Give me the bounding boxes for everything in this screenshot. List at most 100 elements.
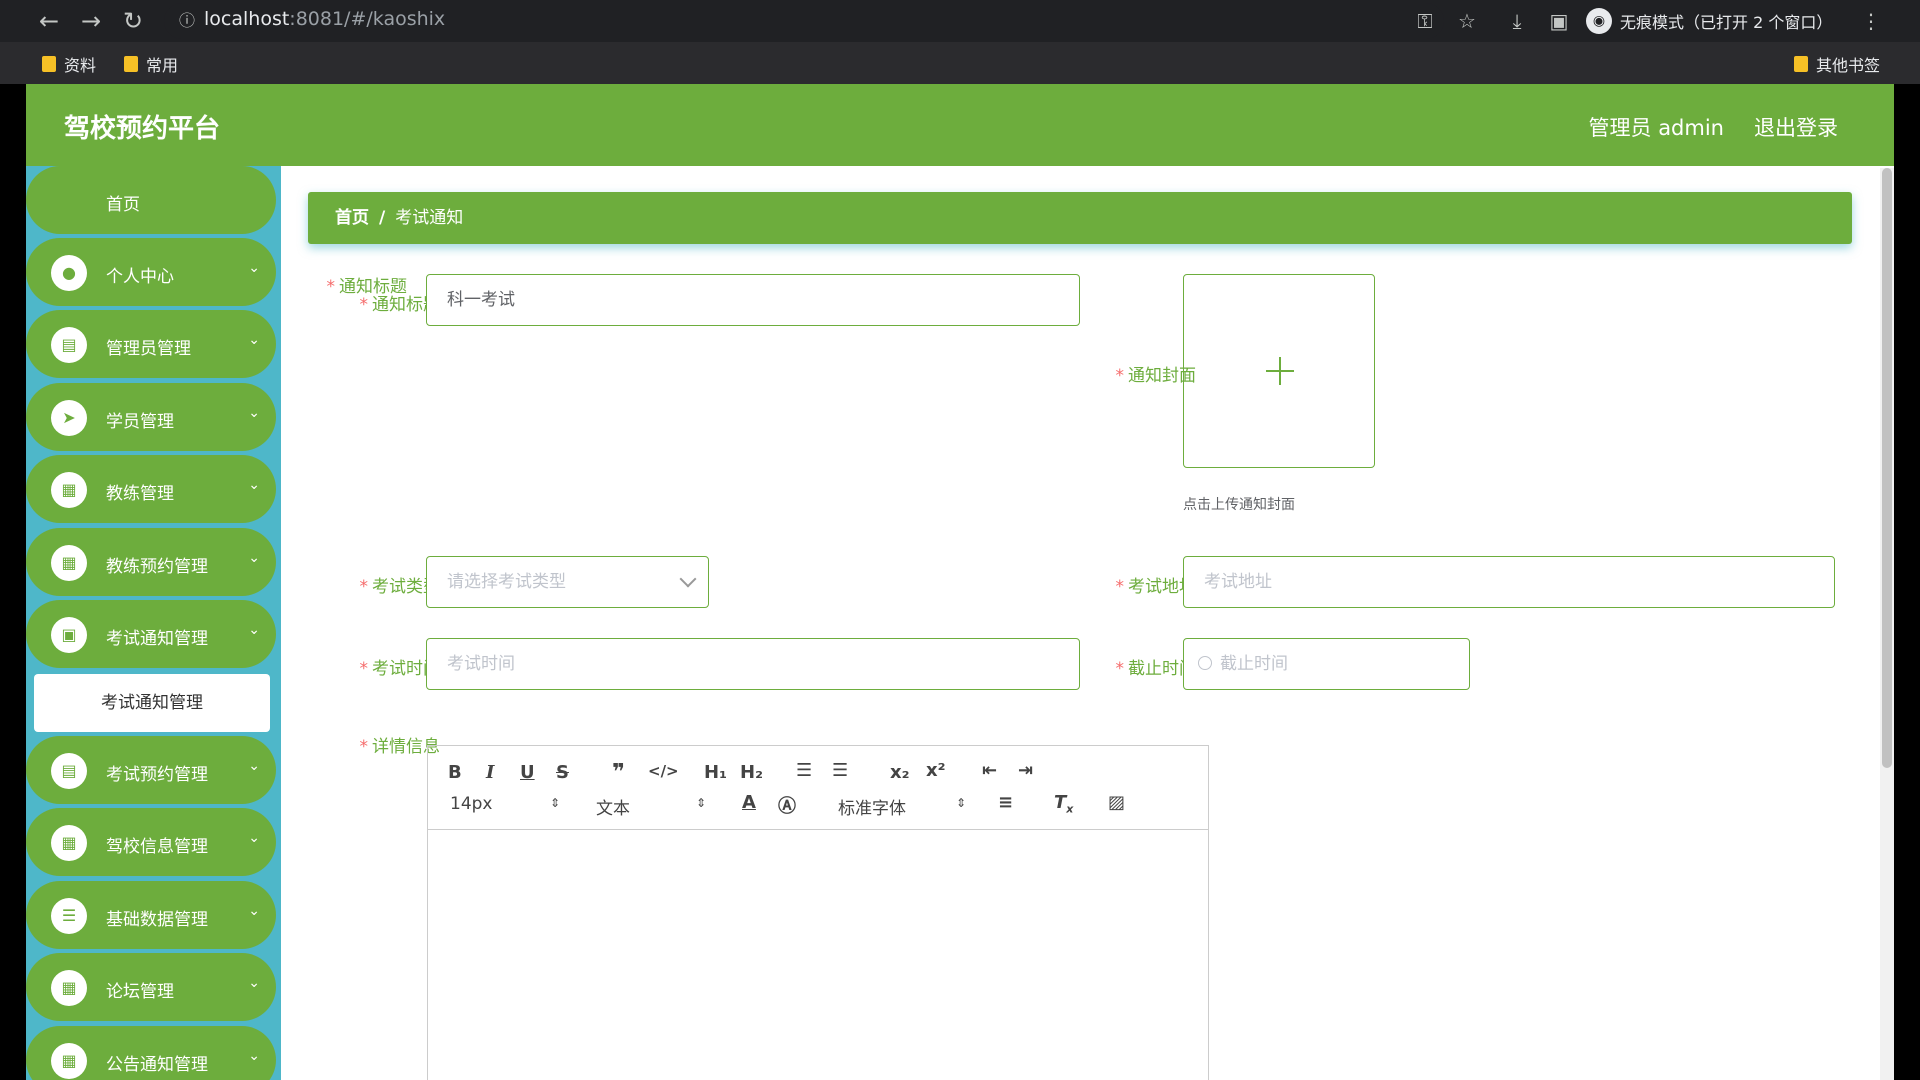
code-icon[interactable]: </> [648, 762, 679, 780]
other-bookmarks[interactable]: 其他书签 [1794, 52, 1880, 76]
document-icon: ▤ [51, 753, 87, 789]
type-label: * 考试类型 [359, 577, 441, 597]
sidebar-item-admins[interactable]: ▤ 管理员管理 ⌄ [26, 310, 276, 378]
bold-icon[interactable]: B [448, 762, 462, 783]
menu-icon[interactable]: ⋮ [1856, 6, 1886, 36]
editor-toolbar: B I U S ❞ </> H₁ H₂ ☰ ☰ x₂ x² ⇤ ⇥ 14px ⇕ … [428, 746, 1208, 830]
chevron-down-icon: ⌄ [248, 550, 260, 566]
folder-icon [124, 56, 138, 72]
chevron-down-icon: ⌄ [248, 758, 260, 774]
info-icon[interactable]: ⓘ [172, 6, 202, 36]
chevron-down-icon: ⌄ [248, 260, 260, 276]
page-scrollbar[interactable] [1880, 168, 1894, 1080]
briefcase-icon: ▣ [51, 617, 87, 653]
h2-icon[interactable]: H₂ [740, 762, 763, 783]
chevron-down-icon: ⌄ [248, 332, 260, 348]
app-header: 驾校预约平台 管理员 admin 退出登录 [26, 84, 1894, 166]
background-color-icon[interactable]: Ⓐ [778, 792, 796, 818]
address-input[interactable]: 考试地址 [1183, 556, 1835, 608]
chevron-down-icon [679, 570, 697, 588]
reload-icon[interactable]: ↻ [116, 4, 150, 38]
superscript-icon[interactable]: x² [926, 760, 946, 781]
image-icon[interactable]: ▨ [1108, 792, 1125, 813]
sidebar-subitem-exam-notice[interactable]: 考试通知管理 [34, 674, 270, 732]
sidebar-item-home[interactable]: 首页 [26, 166, 276, 234]
h1-icon[interactable]: H₁ [704, 762, 727, 783]
chevron-down-icon: ⌄ [248, 477, 260, 493]
sidebar-item-students[interactable]: ➤ 学员管理 ⌄ [26, 383, 276, 451]
sidepanel-icon[interactable]: ▣ [1544, 6, 1574, 36]
subscript-icon[interactable]: x₂ [890, 762, 910, 783]
breadcrumb-home[interactable]: 首页 [335, 208, 369, 228]
clipboard-icon: ▤ [51, 327, 87, 363]
chevron-down-icon: ⌄ [248, 975, 260, 991]
sidebar-item-personal[interactable]: ● 个人中心 ⌄ [26, 238, 276, 306]
font-color-icon[interactable]: A [742, 792, 756, 813]
app-title: 驾校预约平台 [64, 114, 221, 144]
rich-text-editor: B I U S ❞ </> H₁ H₂ ☰ ☰ x₂ x² ⇤ ⇥ 14px ⇕ … [427, 745, 1209, 1080]
blockquote-icon[interactable]: ❞ [612, 760, 625, 785]
exam-type-select[interactable]: 请选择考试类型 [426, 556, 709, 608]
editor-content[interactable] [428, 830, 1208, 1080]
sidebar-item-school-info[interactable]: ▦ 驾校信息管理 ⌄ [26, 808, 276, 876]
download-icon[interactable]: ⤓ [1502, 6, 1532, 36]
address-label: * 考试地址 [1115, 577, 1197, 597]
app-window: 驾校预约平台 管理员 admin 退出登录 首页 ● 个人中心 ⌄ ▤ 管理员管… [26, 84, 1894, 1080]
chevron-down-icon: ⌄ [248, 1048, 260, 1064]
deadline-label: * 截止时间 [1115, 659, 1197, 679]
admin-label: 管理员 admin [1588, 116, 1724, 140]
deadline-input[interactable]: 截止时间 [1183, 638, 1470, 690]
outdent-icon[interactable]: ⇤ [982, 760, 997, 781]
chevron-down-icon: ⌄ [248, 903, 260, 919]
breadcrumb: 首页 / 考试通知 [308, 192, 1852, 244]
cover-upload-tip: 点击上传通知封面 [1183, 497, 1295, 513]
grid-icon: ▦ [51, 970, 87, 1006]
indent-icon[interactable]: ⇥ [1018, 760, 1033, 781]
header-select[interactable]: 文本 ⇕ [596, 794, 706, 819]
sidebar-item-forum[interactable]: ▦ 论坛管理 ⌄ [26, 953, 276, 1021]
forward-icon[interactable]: → [74, 4, 108, 38]
star-icon[interactable]: ☆ [1452, 6, 1482, 36]
sidebar-item-exam-notice[interactable]: ▣ 考试通知管理 ⌄ [26, 600, 276, 668]
clear-format-icon[interactable]: Tx [1054, 792, 1073, 816]
cover-upload[interactable] [1183, 274, 1375, 468]
grid-icon: ▦ [51, 545, 87, 581]
chevron-down-icon: ⌄ [248, 830, 260, 846]
title-input[interactable]: 科一考试 [426, 274, 1080, 326]
bullet-list-icon[interactable]: ☰ [832, 760, 848, 781]
sidebar-item-coaches[interactable]: ▦ 教练管理 ⌄ [26, 455, 276, 523]
font-size-select[interactable]: 14px ⇕ [450, 794, 560, 814]
strike-icon[interactable]: S [556, 762, 569, 783]
detail-label: * 详情信息 [359, 737, 441, 757]
logout-link[interactable]: 退出登录 [1754, 112, 1838, 142]
italic-icon[interactable]: I [486, 762, 494, 783]
sidebar-item-basic-data[interactable]: ☰ 基础数据管理 ⌄ [26, 881, 276, 949]
breadcrumb-current: 考试通知 [395, 208, 464, 228]
sidebar-item-exam-booking[interactable]: ▤ 考试预约管理 ⌄ [26, 736, 276, 804]
ordered-list-icon[interactable]: ☰ [796, 760, 812, 781]
key-icon[interactable]: ⚿ [1410, 6, 1440, 36]
url-text[interactable]: localhost:8081/#/kaoshix [204, 8, 445, 30]
send-icon: ➤ [51, 400, 87, 436]
align-icon[interactable]: ≡ [998, 792, 1013, 813]
scrollbar-thumb[interactable] [1882, 168, 1892, 768]
user-icon: ● [51, 255, 87, 291]
incognito-icon: ◉ [1586, 8, 1612, 34]
underline-icon[interactable]: U [520, 762, 535, 783]
clock-icon [1198, 656, 1212, 670]
folder-icon [42, 56, 56, 72]
font-family-select[interactable]: 标准字体 ⇕ [838, 794, 968, 819]
updown-icon: ⇕ [696, 796, 707, 810]
chevron-down-icon: ⌄ [248, 405, 260, 421]
bookmark-folder[interactable]: 资料 [42, 52, 96, 76]
cover-label: * 通知封面 [1115, 366, 1197, 386]
updown-icon: ⇕ [550, 796, 561, 810]
incognito-indicator[interactable]: ◉ 无痕模式（已打开 2 个窗口） [1586, 6, 1832, 36]
grid-icon: ▦ [51, 825, 87, 861]
sidebar-item-announcements[interactable]: ▦ 公告通知管理 ⌄ [26, 1026, 276, 1080]
sidebar-item-coach-booking[interactable]: ▦ 教练预约管理 ⌄ [26, 528, 276, 596]
back-icon[interactable]: ← [32, 4, 66, 38]
exam-time-input[interactable]: 考试时间 [426, 638, 1080, 690]
folder-icon [1794, 56, 1808, 72]
bookmark-folder[interactable]: 常用 [124, 52, 178, 76]
